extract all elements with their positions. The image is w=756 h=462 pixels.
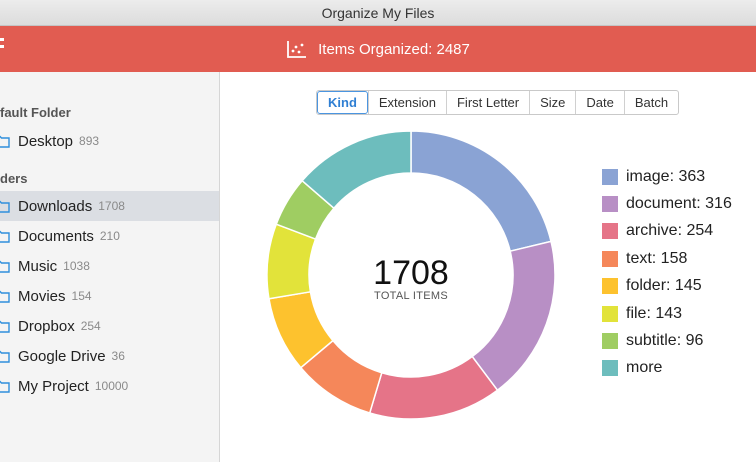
- window-title: Organize My Files: [0, 0, 756, 26]
- legend-item-document[interactable]: document: 316: [602, 190, 732, 217]
- legend-swatch: [602, 278, 618, 295]
- tab-kind[interactable]: Kind: [317, 91, 368, 114]
- default-folder-title: fault Folder: [0, 105, 71, 120]
- donut-slice-image[interactable]: [410, 130, 552, 253]
- legend-swatch: [602, 168, 618, 185]
- sidebar-item-downloads[interactable]: Downloads 1708: [0, 191, 219, 221]
- items-organized-label: Items Organized: 2487: [318, 40, 470, 58]
- legend-swatch: [602, 305, 618, 322]
- folder-name: Movies: [18, 287, 66, 305]
- scatter-chart-icon: [287, 41, 307, 58]
- legend-item-subtitle[interactable]: subtitle: 96: [602, 327, 732, 354]
- folder-count: 10000: [94, 379, 129, 393]
- legend-label: document: 316: [626, 195, 732, 213]
- folder-name: Desktop: [18, 132, 74, 150]
- folder-icon: [0, 260, 10, 273]
- folder-count: 1038: [63, 259, 90, 273]
- legend-label: more: [626, 359, 663, 377]
- legend-item-image[interactable]: image: 363: [602, 163, 732, 190]
- folder-count: 254: [80, 319, 101, 333]
- folder-name: My Project: [18, 377, 89, 395]
- header-banner: Items Organized: 2487: [0, 26, 756, 72]
- sidebar: fault Folder Desktop 893 ders Downloads …: [0, 72, 220, 462]
- grouping-tabs: Kind Extension First Letter Size Date Ba…: [316, 90, 680, 115]
- legend-swatch: [602, 333, 618, 350]
- chart-legend: image: 363 document: 316 archive: 254 text:…: [602, 163, 732, 382]
- sidebar-item-documents[interactable]: Documents 210: [0, 221, 219, 251]
- folder-count: 1708: [98, 199, 125, 213]
- folder-icon: [0, 380, 10, 393]
- sidebar-item-my-project[interactable]: My Project 10000: [0, 371, 219, 401]
- folder-name: Documents: [18, 227, 94, 245]
- folder-icon: [0, 200, 10, 213]
- folder-icon: [0, 135, 10, 148]
- folder-count: 893: [79, 134, 100, 148]
- folder-name: Music: [18, 257, 58, 275]
- tab-date[interactable]: Date: [575, 91, 623, 114]
- tab-size[interactable]: Size: [529, 91, 575, 114]
- folder-count: 154: [71, 289, 92, 303]
- legend-label: image: 363: [626, 167, 706, 185]
- donut-chart: 1708 TOTAL ITEMS: [266, 130, 556, 420]
- folder-icon: [0, 320, 10, 333]
- sidebar-item-movies[interactable]: Movies 154: [0, 281, 219, 311]
- donut-slice-archive[interactable]: [368, 355, 499, 420]
- folder-icon: [0, 290, 10, 303]
- folder-count: 210: [99, 229, 120, 243]
- items-organized-status: Items Organized: 2487: [0, 26, 756, 72]
- legend-item-text[interactable]: text: 158: [602, 245, 732, 272]
- tab-batch[interactable]: Batch: [623, 91, 678, 114]
- legend-swatch: [602, 250, 618, 267]
- legend-item-archive[interactable]: archive: 254: [602, 218, 732, 245]
- legend-swatch: [602, 196, 618, 213]
- legend-swatch: [602, 360, 618, 377]
- folder-name: Google Drive: [18, 347, 106, 365]
- sidebar-item-desktop[interactable]: Desktop 893: [0, 126, 219, 156]
- folder-icon: [0, 350, 10, 363]
- sidebar-item-music[interactable]: Music 1038: [0, 251, 219, 281]
- folder-name: Dropbox: [18, 317, 75, 335]
- sidebar-item-dropbox[interactable]: Dropbox 254: [0, 311, 219, 341]
- folders-title: ders: [0, 171, 28, 186]
- tab-extension[interactable]: Extension: [367, 91, 446, 114]
- legend-label: archive: 254: [626, 222, 714, 240]
- folder-name: Downloads: [18, 197, 93, 215]
- legend-item-folder[interactable]: folder: 145: [602, 273, 732, 300]
- legend-label: text: 158: [626, 249, 688, 267]
- legend-label: subtitle: 96: [626, 332, 704, 350]
- legend-label: file: 143: [626, 304, 683, 322]
- tab-first-letter[interactable]: First Letter: [445, 91, 529, 114]
- folder-icon: [0, 230, 10, 243]
- folder-count: 36: [111, 349, 125, 363]
- legend-item-more[interactable]: more: [602, 355, 732, 382]
- legend-swatch: [602, 223, 618, 240]
- donut-total-label: TOTAL ITEMS: [374, 290, 448, 302]
- legend-label: folder: 145: [626, 277, 702, 295]
- sidebar-item-google-drive[interactable]: Google Drive 36: [0, 341, 219, 371]
- legend-item-file[interactable]: file: 143: [602, 300, 732, 327]
- donut-total: 1708: [373, 254, 449, 292]
